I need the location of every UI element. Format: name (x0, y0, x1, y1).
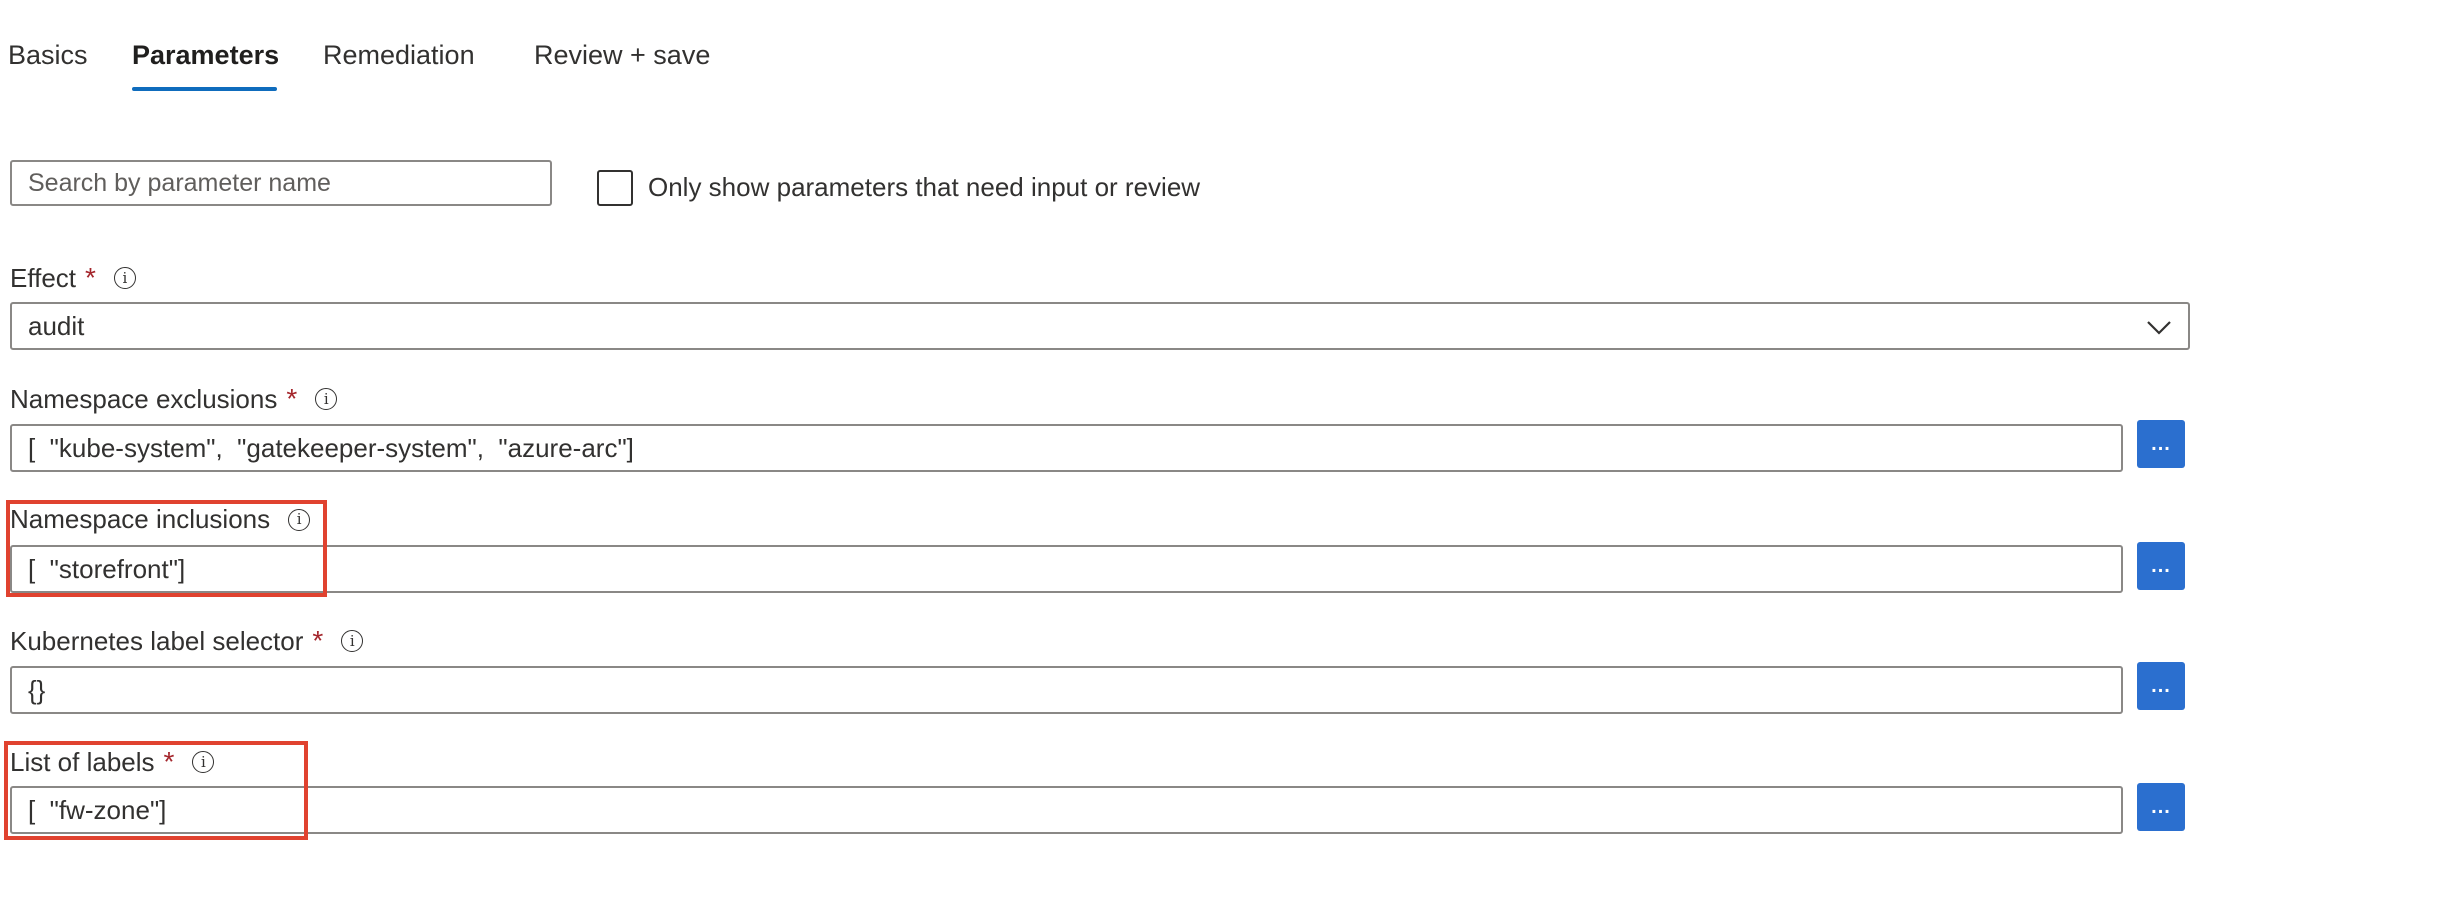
label-selector-value: {} (28, 674, 46, 705)
effect-label: Effect * i (10, 262, 136, 294)
label-selector-label-text: Kubernetes label selector (10, 625, 304, 656)
tab-remediation[interactable]: Remediation (323, 40, 475, 71)
list-of-labels-label-text: List of labels (10, 746, 155, 777)
info-icon[interactable]: i (315, 388, 338, 410)
required-marker: * (163, 746, 175, 777)
namespace-inclusions-input[interactable]: [ "storefront"] (10, 545, 2123, 593)
list-of-labels-value: [ "fw-zone"] (28, 794, 167, 825)
namespace-inclusions-label-text: Namespace inclusions (10, 504, 271, 534)
namespace-exclusions-edit-button[interactable]: ... (2137, 420, 2185, 468)
label-selector-input[interactable]: {} (10, 666, 2123, 714)
namespace-exclusions-input[interactable]: [ "kube-system", "gatekeeper-system", "a… (10, 424, 2123, 472)
needs-input-checkbox[interactable] (597, 170, 633, 206)
required-marker: * (312, 625, 324, 656)
info-icon[interactable]: i (341, 630, 364, 652)
list-of-labels-edit-button[interactable]: ... (2137, 783, 2185, 831)
info-icon[interactable]: i (288, 508, 311, 531)
label-selector-label: Kubernetes label selector * i (10, 625, 364, 657)
namespace-exclusions-value: [ "kube-system", "gatekeeper-system", "a… (28, 432, 634, 463)
chevron-down-icon (2147, 321, 2171, 335)
effect-dropdown[interactable]: audit (10, 302, 2190, 350)
namespace-inclusions-value: [ "storefront"] (28, 553, 186, 584)
namespace-inclusions-edit-button[interactable]: ... (2137, 542, 2185, 590)
label-selector-edit-button[interactable]: ... (2137, 662, 2185, 710)
active-tab-indicator (132, 87, 277, 91)
list-of-labels-label: List of labels * i (10, 746, 215, 778)
info-icon[interactable]: i (192, 751, 215, 773)
tab-parameters[interactable]: Parameters (132, 40, 279, 71)
effect-selected-value: audit (28, 310, 85, 341)
effect-label-text: Effect (10, 262, 77, 293)
info-icon[interactable]: i (113, 267, 136, 289)
search-input[interactable] (10, 160, 552, 206)
needs-input-checkbox-label: Only show parameters that need input or … (648, 172, 1201, 202)
namespace-exclusions-label-text: Namespace exclusions (10, 383, 278, 414)
required-marker: * (286, 383, 298, 414)
list-of-labels-input[interactable]: [ "fw-zone"] (10, 786, 2123, 834)
tab-review-save[interactable]: Review + save (534, 40, 710, 71)
required-marker: * (85, 262, 96, 293)
namespace-inclusions-label: Namespace inclusions i (10, 504, 311, 535)
namespace-exclusions-label: Namespace exclusions * i (10, 383, 338, 415)
tab-basics[interactable]: Basics (8, 40, 88, 71)
